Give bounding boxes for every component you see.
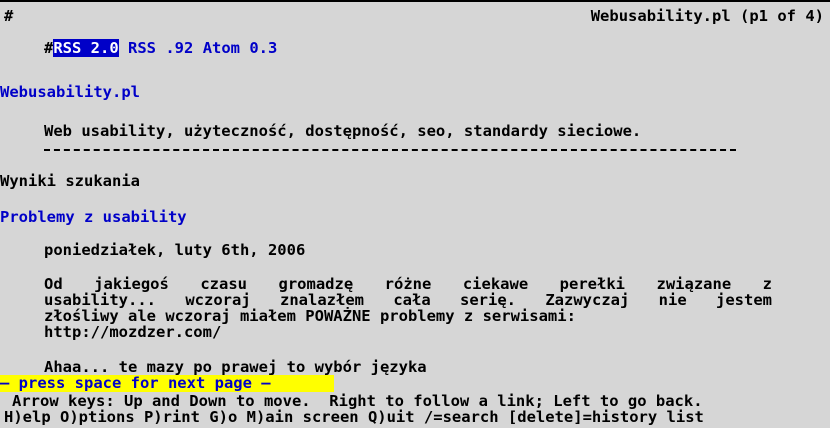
next-page-prompt: — press space for next page — [0, 375, 334, 392]
feed-link-rss-092[interactable]: RSS .92 [128, 39, 193, 57]
site-name-link[interactable]: Webusability.pl [0, 84, 140, 100]
site-tagline: Web usability, użyteczność, dostępność, … [44, 122, 642, 140]
help-line-navigation: Arrow keys: Up and Down to move. Right t… [12, 392, 703, 410]
post-text-line: Ahaa... te mazy po prawej to wybór język… [44, 358, 427, 376]
header-hash: # [4, 7, 14, 25]
feed-links: #RSS 2.0 RSS .92 Atom 0.3 [44, 39, 278, 57]
feed-hash: # [44, 39, 54, 57]
lynx-browser-screen: # Webusability.pl (p1 of 4) #RSS 2.0 RSS… [0, 0, 830, 428]
feed-link-atom[interactable]: Atom 0.3 [203, 39, 278, 57]
horizontal-rule [44, 149, 736, 151]
search-results-heading: Wyniki szukania [0, 172, 140, 190]
feed-link-rss-2[interactable]: RSS 2.0 [53, 39, 119, 57]
post-body-line: złośliwy ale wczoraj miałem POWAŻNE prob… [44, 307, 576, 325]
post-body-line: usability... wczoraj znalazłem cała seri… [44, 291, 772, 309]
post-title-link[interactable]: Problemy z usability [0, 209, 187, 225]
post-date: poniedziałek, luty 6th, 2006 [44, 241, 306, 259]
post-body-line: http://mozdzer.com/ [44, 323, 222, 341]
post-body-line: Od jakiegoś czasu gromadzę różne ciekawe… [44, 275, 772, 293]
page-title: Webusability.pl (p1 of 4) [590, 7, 824, 25]
help-line-commands: H)elp O)ptions P)rint G)o M)ain screen Q… [4, 408, 704, 426]
